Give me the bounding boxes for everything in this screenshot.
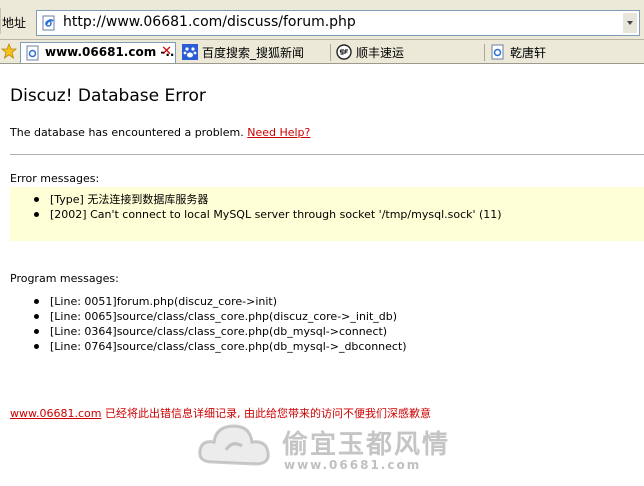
bullet: [34, 299, 39, 304]
tab-divider: [484, 44, 485, 61]
program-messages-label: Program messages:: [10, 272, 119, 285]
tab-qiantangxuan[interactable]: 乾唐轩: [486, 42, 644, 63]
bullet: [34, 197, 39, 202]
program-item-text: [Line: 0364]source/class/class_core.php(…: [50, 325, 388, 338]
tab-sf-express[interactable]: 顺丰速运: [332, 42, 484, 63]
address-bar: 地址 http://www.06681.com/discuss/forum.ph…: [0, 0, 644, 40]
close-tab-icon[interactable]: ✕: [161, 44, 172, 59]
bullet: [34, 314, 39, 319]
tab-divider: [330, 44, 331, 61]
divider: [10, 154, 644, 155]
address-url[interactable]: http://www.06681.com/discuss/forum.php: [63, 14, 356, 30]
baidu-paw-icon: [182, 44, 198, 60]
need-help-link[interactable]: Need Help?: [247, 126, 310, 139]
program-item-text: [Line: 0051]forum.php(discuz_core->init): [50, 295, 278, 308]
watermark-url: www.06681.com: [284, 458, 422, 472]
tab-baidu[interactable]: 百度搜索_搜狐新闻: [178, 42, 330, 63]
page-title: Discuz! Database Error: [10, 86, 206, 106]
bullet: [34, 212, 39, 217]
error-item-text: [2002] Can't connect to local MySQL serv…: [50, 208, 502, 221]
error-description: The database has encountered a problem. …: [10, 126, 310, 139]
watermark: 偷宜玉都风情 www.06681.com: [192, 408, 462, 482]
ie-page-icon: [42, 15, 55, 31]
address-label-text: 地址: [2, 16, 27, 30]
error-item-text: [Type] 无法连接到数据库服务器: [50, 193, 209, 206]
program-item-text: [Line: 0065]source/class/class_core.php(…: [50, 310, 398, 323]
ie-page-icon: [26, 45, 39, 61]
tab-bar: www.06681.com -... ✕ 百度搜索_搜狐新闻 顺丰速运 乾唐轩: [0, 40, 644, 64]
error-list: [Type] 无法连接到数据库服务器 [2002] Can't connect …: [32, 192, 502, 222]
program-list: [Line: 0051]forum.php(discuz_core->init)…: [32, 294, 407, 354]
program-item: [Line: 0364]source/class/class_core.php(…: [32, 324, 407, 339]
ie-page-icon: [491, 44, 504, 60]
program-item-text: [Line: 0764]source/class/class_core.php(…: [50, 340, 407, 353]
tab-06681[interactable]: www.06681.com -... ✕: [20, 42, 176, 63]
address-label: 地址: [0, 8, 27, 34]
tab-label: 顺丰速运: [356, 46, 405, 60]
watermark-text: 偷宜玉都风情: [282, 430, 451, 460]
toolbar-grip: [0, 8, 2, 34]
bullet: [34, 329, 39, 334]
error-item: [2002] Can't connect to local MySQL serv…: [32, 207, 502, 222]
error-item: [Type] 无法连接到数据库服务器: [32, 192, 502, 207]
address-input[interactable]: http://www.06681.com/discuss/forum.php: [36, 10, 640, 36]
error-description-text: The database has encountered a problem.: [10, 126, 244, 139]
tab-label: www.06681.com -...: [45, 45, 176, 59]
program-item: [Line: 0764]source/class/class_core.php(…: [32, 339, 407, 354]
tab-label: 乾唐轩: [510, 46, 547, 60]
favorites-star-icon[interactable]: [1, 43, 17, 59]
tab-label: 百度搜索_搜狐新闻: [202, 46, 305, 60]
program-item: [Line: 0051]forum.php(discuz_core->init): [32, 294, 407, 309]
error-messages-label: Error messages:: [10, 172, 100, 185]
bullet: [34, 344, 39, 349]
sf-express-icon: [336, 44, 352, 60]
cloud-logo-icon: [198, 424, 270, 466]
site-link[interactable]: www.06681.com: [10, 407, 101, 420]
address-dropdown-icon[interactable]: [623, 13, 637, 33]
program-item: [Line: 0065]source/class/class_core.php(…: [32, 309, 407, 324]
